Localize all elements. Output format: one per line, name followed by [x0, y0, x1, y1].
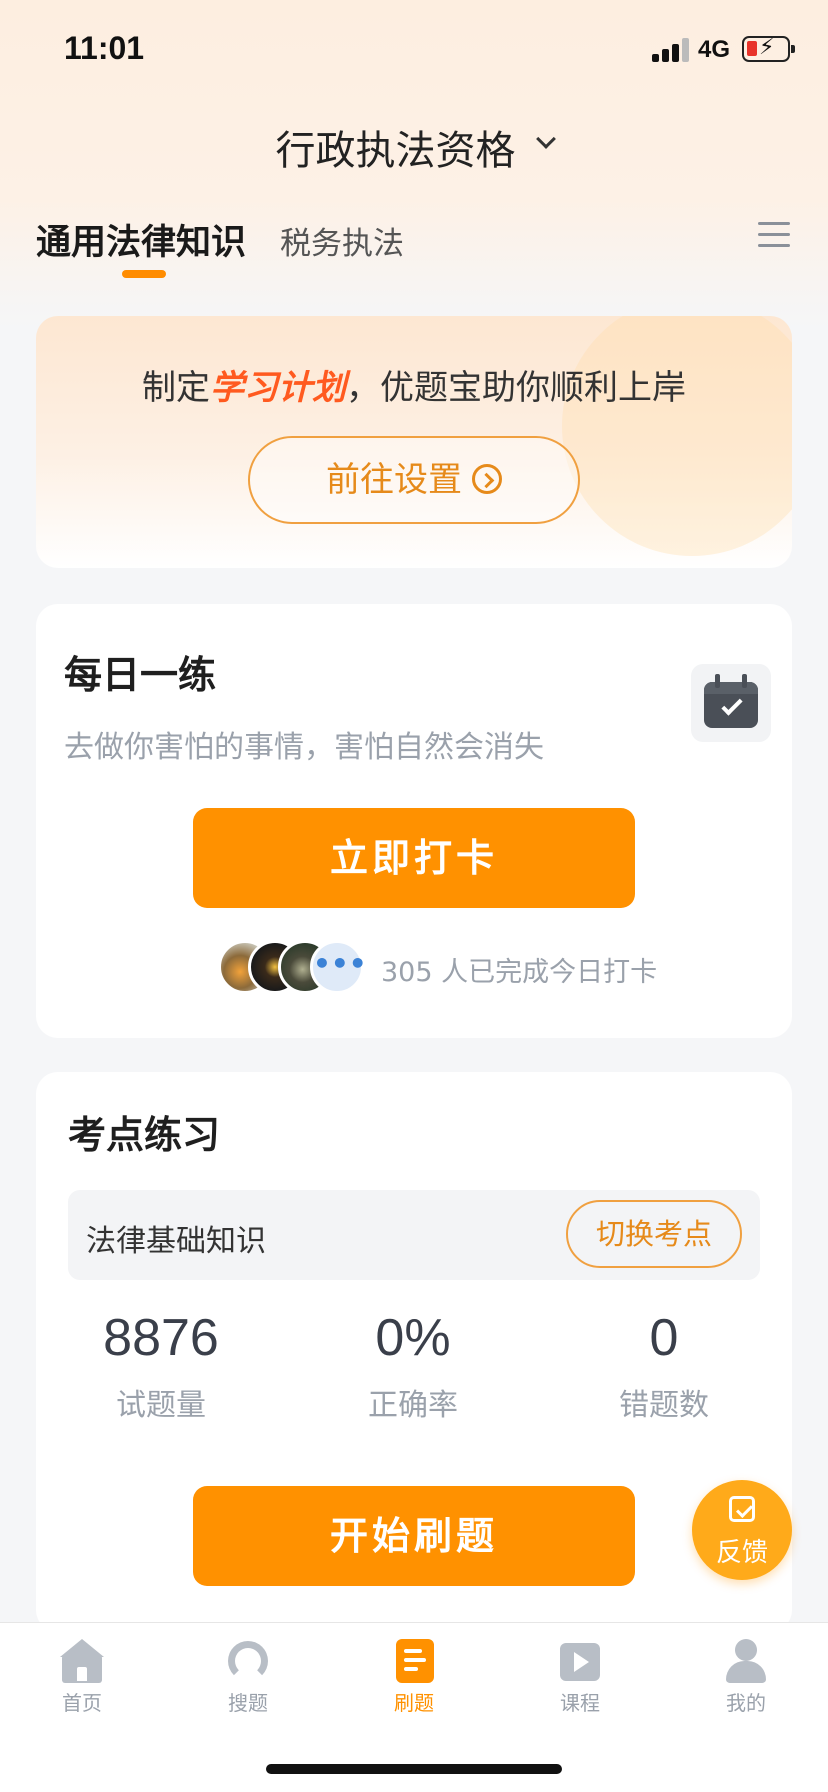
avatar-stack: •••	[218, 940, 368, 996]
status-time: 11:01	[64, 30, 145, 66]
go-settings-button[interactable]: 前往设置	[248, 436, 580, 524]
home-icon	[60, 1639, 104, 1683]
banner-highlight: 学习计划	[210, 368, 346, 408]
topic-row: 法律基础知识 切换考点	[68, 1190, 760, 1280]
check-in-button[interactable]: 立即打卡	[193, 808, 635, 908]
stat-accuracy: 0% 正确率	[293, 1308, 533, 1424]
feedback-button[interactable]: 反馈	[692, 1480, 792, 1580]
go-settings-label: 前往设置	[326, 460, 462, 500]
battery-icon: ⚡	[742, 35, 795, 62]
nav-label: 首页	[62, 1691, 102, 1715]
home-indicator	[266, 1764, 562, 1774]
banner-decoration	[562, 316, 792, 556]
search-icon	[226, 1639, 270, 1683]
daily-subtitle: 去做你害怕的事情，害怕自然会消失	[64, 730, 544, 765]
topic-practice-card: 考点练习 法律基础知识 切换考点 8876 试题量 0% 正确率 0 错题数 开…	[36, 1072, 792, 1632]
nav-search[interactable]: 搜题	[198, 1639, 298, 1716]
checkin-count: 305 人已完成今日打卡	[381, 957, 658, 988]
nav-home[interactable]: 首页	[32, 1639, 132, 1716]
topic-name: 法律基础知识	[86, 1224, 266, 1259]
exam-selector[interactable]: 行政执法资格	[0, 118, 828, 176]
nav-label: 搜题	[228, 1691, 268, 1715]
stat-value: 0	[649, 1309, 679, 1367]
practice-title: 考点练习	[68, 1113, 221, 1157]
stat-label: 错题数	[619, 1388, 709, 1423]
stat-value: 8876	[103, 1309, 219, 1367]
edit-icon	[729, 1496, 755, 1522]
nav-label: 课程	[560, 1691, 600, 1715]
banner-text-before: 制定	[142, 368, 210, 408]
nav-label: 刷题	[394, 1691, 434, 1715]
signal-icon	[652, 38, 690, 62]
stat-wrong-count[interactable]: 0 错题数	[544, 1308, 784, 1424]
nav-course[interactable]: 课程	[530, 1639, 630, 1716]
quiz-icon	[392, 1639, 436, 1683]
daily-title: 每日一练	[64, 653, 217, 697]
course-icon	[558, 1639, 602, 1683]
stat-question-count: 8876 试题量	[41, 1308, 281, 1424]
status-bar: 11:01 4G ⚡	[0, 0, 828, 100]
daily-practice-card: 每日一练 去做你害怕的事情，害怕自然会消失 立即打卡 ••• 305 人已完成今…	[36, 604, 792, 1038]
chevron-down-icon	[535, 129, 556, 149]
arrow-circle-icon	[472, 463, 502, 494]
feedback-label: 反馈	[715, 1538, 768, 1568]
profile-icon	[724, 1639, 768, 1683]
exam-title: 行政执法资格	[275, 128, 516, 174]
banner-text-after: ，优题宝助你顺利上岸	[346, 368, 686, 408]
start-practice-button[interactable]: 开始刷题	[193, 1486, 635, 1586]
nav-quiz[interactable]: 刷题	[364, 1639, 464, 1716]
menu-icon[interactable]	[758, 220, 790, 250]
tab-tax-enforcement[interactable]: 税务执法	[280, 218, 404, 263]
more-icon: •••	[310, 940, 367, 994]
banner-text: 制定学习计划，优题宝助你顺利上岸	[36, 360, 792, 409]
calendar-check-icon[interactable]	[691, 664, 771, 742]
stat-label: 试题量	[116, 1388, 206, 1423]
nav-label: 我的	[726, 1691, 766, 1715]
active-tab-indicator	[122, 270, 166, 278]
network-type: 4G	[698, 36, 731, 63]
nav-profile[interactable]: 我的	[696, 1639, 796, 1716]
switch-topic-button[interactable]: 切换考点	[566, 1200, 742, 1268]
stat-value: 0%	[375, 1309, 451, 1367]
study-plan-banner: 制定学习计划，优题宝助你顺利上岸 前往设置	[36, 316, 792, 568]
tab-general-law[interactable]: 通用法律知识	[36, 214, 246, 265]
stat-label: 正确率	[368, 1388, 458, 1423]
